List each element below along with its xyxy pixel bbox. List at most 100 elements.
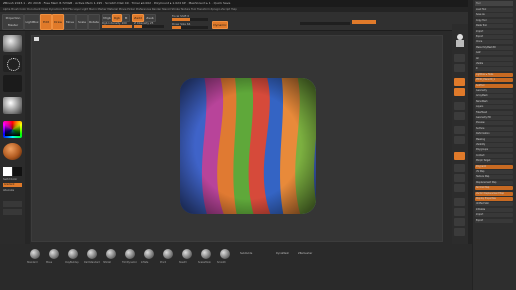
secondary-color-swatch[interactable] [13,167,22,176]
tool-panel-item[interactable]: Morph Target [475,159,513,164]
tool-panel-item[interactable]: Polygroups [475,148,513,153]
tool-panel-item[interactable]: Clone [475,40,513,45]
tool-panel-item[interactable]: Export [475,218,513,223]
tool-panel-item[interactable]: Initialize [475,207,513,212]
tool-panel-item[interactable]: Load Tool [475,8,513,12]
draw-button[interactable]: Draw [52,14,64,30]
polyf-button[interactable] [454,198,465,206]
tool-panel-item[interactable]: Geometry HD [475,116,513,120]
tool-panel-item[interactable]: Preview [475,121,513,126]
tool-panel-item[interactable]: Save As [475,13,513,18]
brush-button[interactable] [106,249,116,259]
edit-button[interactable]: Edit [40,14,52,30]
move-button[interactable]: Move [64,14,76,30]
tool-panel-item[interactable]: Masking [475,137,513,142]
material-thumbnail[interactable] [3,143,22,160]
tool-panel-item[interactable]: Import [475,29,513,34]
draw-size-slider[interactable] [172,26,208,29]
alternate-label[interactable]: Alternate [3,189,14,192]
tool-panel-item[interactable]: Unified Skin [475,202,513,207]
tool-panel-item[interactable]: Contact [475,153,513,158]
rotate-button[interactable]: Rotate [88,14,100,30]
floor-button[interactable] [454,136,465,144]
brush-button[interactable] [125,249,135,259]
tool-panel-item[interactable]: Visibility [475,143,513,147]
zremesher-label[interactable]: ZRemesher [298,252,312,255]
tool-panel-item[interactable]: Import [475,213,513,218]
brush-button[interactable] [201,249,211,259]
tool-panel-item[interactable]: Texture Map [475,175,513,180]
brush-button[interactable] [220,249,230,259]
tool-panel-item[interactable]: Geometry [475,89,513,93]
solo-button[interactable] [454,218,465,226]
tool-panel-item[interactable]: Deformation [475,132,513,137]
tool-panel-item[interactable]: UV Map [475,170,513,174]
aahalf-button[interactable] [454,112,465,120]
tool-panel-item[interactable]: ArrayMesh [475,94,513,99]
brush-button[interactable] [68,249,78,259]
scale-button[interactable]: Scale [76,14,88,30]
stroke-thumbnail[interactable] [3,55,22,72]
tool-panel-item[interactable]: FiberMesh [475,110,513,115]
tool-panel-item[interactable]: Displacement Map [475,180,513,185]
rgb-intensity-slider[interactable] [102,25,132,28]
left-slot-1[interactable] [3,201,22,207]
main-color-swatch[interactable] [3,167,12,176]
brush-button[interactable] [49,249,59,259]
tool-panel-item[interactable]: Copy Tool [475,18,513,23]
lightbox-button[interactable]: LightBox [24,14,40,30]
zoom3d-button[interactable] [454,174,465,182]
subdivide-label[interactable]: Subdivide [240,252,252,255]
tool-panel-item[interactable]: Surface [475,126,513,131]
canvas-corner-icon[interactable] [34,37,39,41]
left-slot-2[interactable] [3,209,22,215]
brush-thumbnail[interactable] [3,35,22,52]
color-picker[interactable] [3,121,22,138]
actual-button[interactable] [454,102,465,110]
dynamesh-label[interactable]: DynaMesh [276,252,289,255]
brush-button[interactable] [87,249,97,259]
brush-button[interactable] [144,249,154,259]
document-canvas[interactable] [31,35,443,242]
z-intensity-slider[interactable] [134,25,164,28]
tool-panel-item[interactable]: R [475,67,513,72]
brush-button[interactable] [163,249,173,259]
gyro-figure-icon[interactable] [454,34,466,48]
transp-button[interactable] [454,208,465,216]
focal-shift-slider[interactable] [172,18,208,21]
tool-panel-item[interactable]: Lightbox ▸ Tools [475,72,513,77]
xpose-button[interactable] [454,228,465,236]
projection-master-button[interactable]: Projection Master [2,14,24,30]
tool-panel-item[interactable]: Vector Displacement Map [475,191,513,196]
tool-panel-item[interactable]: GoZ [475,51,513,56]
spix-button[interactable] [454,64,465,72]
alpha-thumbnail[interactable] [3,75,22,92]
tool-palette-header[interactable]: Tool [475,1,513,6]
tool-panel-item[interactable]: PM3D_Plane3D_1 [475,78,513,83]
rotate-view-button[interactable] [454,184,465,192]
dynamic-button[interactable]: Dynamic [212,21,228,29]
texture-thumbnail[interactable] [3,97,22,114]
switch-color-label[interactable]: SwitchColor [3,178,17,181]
tool-panel-item[interactable]: Paste Tool [475,24,513,29]
gradient-toggle[interactable]: Gradient [3,183,22,187]
tool-panel-item[interactable]: SubTool [475,83,513,88]
tool-panel-item[interactable]: Normal Map [475,186,513,191]
tool-panel-item[interactable]: NanoMesh [475,99,513,104]
tool-panel-item[interactable]: Export [475,35,513,39]
tool-panel-item[interactable]: Layers [475,105,513,110]
frame-button[interactable] [454,152,465,160]
bpr-button[interactable] [454,54,465,62]
move-view-button[interactable] [454,164,465,172]
persp-button[interactable] [454,126,465,134]
painted-plane-mesh[interactable] [178,76,318,216]
tool-panel-item[interactable]: All [475,56,513,61]
brush-button[interactable] [182,249,192,259]
tool-panel-item[interactable]: Polypaint [475,164,513,169]
tool-panel-item[interactable]: Display Properties [475,197,513,201]
scroll-button[interactable] [454,78,465,86]
zoom-button[interactable] [454,88,465,96]
brush-button[interactable] [30,249,40,259]
tool-panel-item[interactable]: Make PolyMesh3D [475,45,513,50]
tool-panel-item[interactable]: Visible [475,62,513,66]
